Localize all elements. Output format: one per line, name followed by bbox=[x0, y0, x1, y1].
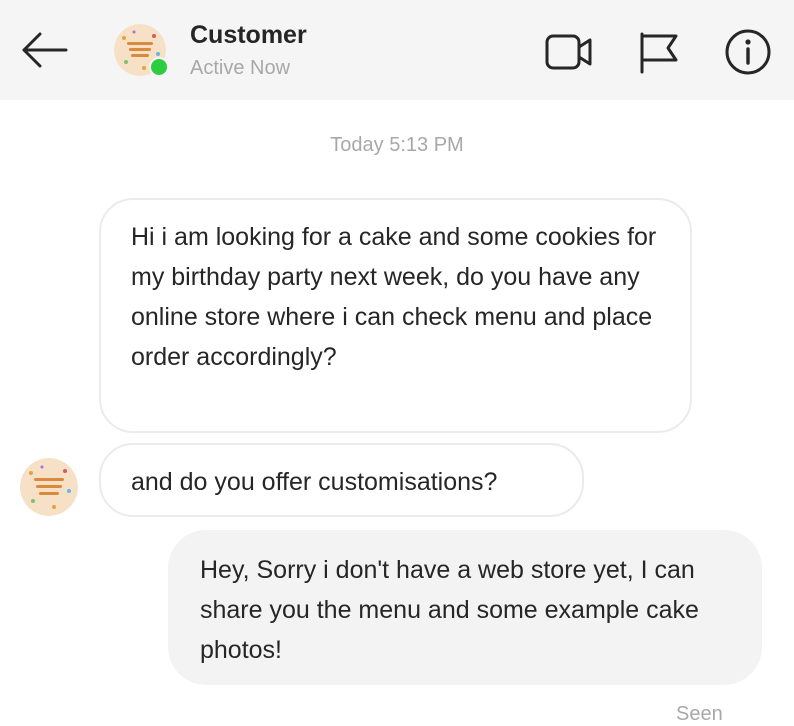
message-timestamp: Today 5:13 PM bbox=[330, 134, 464, 156]
contact-name[interactable]: Customer bbox=[190, 21, 307, 50]
chat-header: Customer Active Now bbox=[0, 0, 794, 100]
arrow-left-icon bbox=[22, 32, 68, 68]
flag-icon bbox=[640, 32, 678, 74]
report-button[interactable] bbox=[632, 26, 684, 78]
contact-status: Active Now bbox=[190, 57, 291, 79]
incoming-message[interactable]: Hi i am looking for a cake and some cook… bbox=[99, 198, 692, 433]
incoming-message[interactable]: and do you offer customisations? bbox=[99, 443, 584, 517]
sender-avatar[interactable] bbox=[20, 458, 78, 516]
back-button[interactable] bbox=[14, 26, 74, 74]
conversation-info-button[interactable] bbox=[722, 26, 774, 78]
read-receipt: Seen bbox=[676, 703, 723, 725]
online-status-dot bbox=[149, 57, 169, 77]
info-icon bbox=[725, 29, 771, 75]
video-camera-icon bbox=[545, 34, 592, 70]
video-call-button[interactable] bbox=[543, 26, 595, 78]
bakery-logo-icon bbox=[20, 458, 78, 516]
outgoing-message[interactable]: Hey, Sorry i don't have a web store yet,… bbox=[168, 530, 762, 685]
